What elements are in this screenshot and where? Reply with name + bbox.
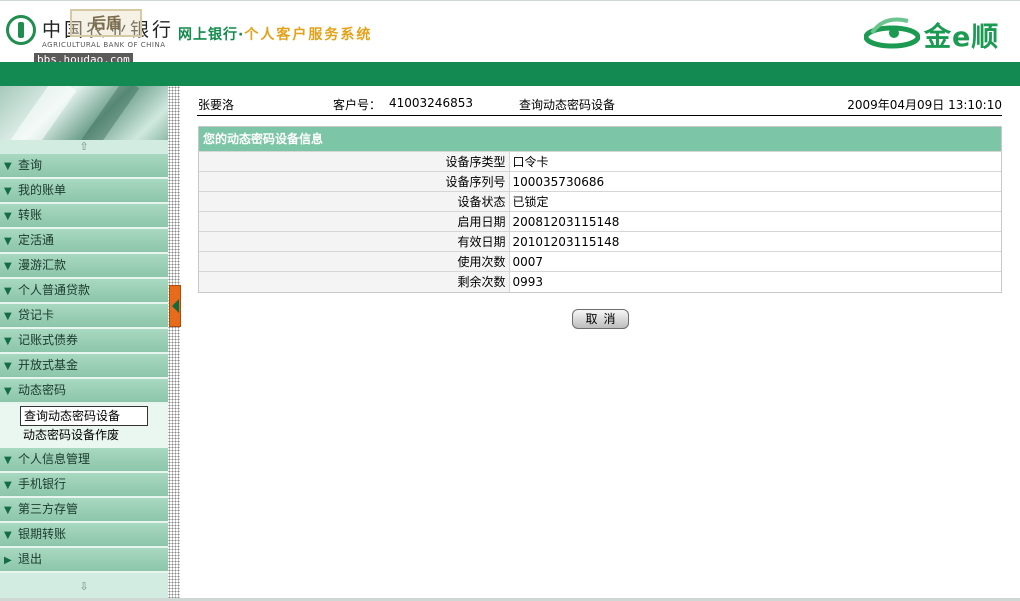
table-row: 剩余次数 0993 [199,271,1001,292]
triangle-down-icon: ▼ [4,386,12,397]
sidebar-item-label: 贷记卡 [18,308,55,322]
datetime: 2009年04月09日 13:10:10 [847,98,1002,112]
table-row: 有效日期 20101203115148 [199,231,1001,252]
sidebar-item-dynamic-password[interactable]: ▼ 动态密码 [0,379,168,404]
table-row: 设备序列号 100035730686 [199,171,1001,192]
triangle-down-icon: ▼ [4,236,12,247]
sidebar-item-logout[interactable]: ▶ 退出 [0,548,168,573]
row-value: 已锁定 [509,191,1001,212]
abc-logo-icon [6,15,36,45]
row-label: 剩余次数 [199,271,510,292]
sidebar-item-label: 第三方存管 [18,502,79,516]
table-row: 设备状态 已锁定 [199,191,1001,212]
sidebar-item-my-bill[interactable]: ▼ 我的账单 [0,179,168,204]
arrow-up-icon[interactable]: ⇧ [0,140,168,154]
sidebar-item-personal-loan[interactable]: ▼ 个人普通贷款 [0,279,168,304]
sidebar-item-query[interactable]: ▼ 查询 [0,154,168,179]
triangle-down-icon: ▼ [4,311,12,322]
row-value: 100035730686 [509,171,1001,192]
device-info-table: 设备序类型 口令卡 设备序列号 100035730686 设备状态 已锁定 启用日期 2… [199,151,1001,292]
triangle-down-icon: ▼ [4,530,12,541]
triangle-down-icon: ▼ [4,261,12,272]
sidebar-item-label: 银期转账 [18,527,67,541]
system-title: 网上银行·个人客户服务系统 [178,24,372,44]
sidebar-item-label: 转账 [18,208,43,222]
device-info-panel: 您的动态密码设备信息 设备序类型 口令卡 设备序列号 100035730686 设备… [198,126,1002,293]
collapse-sidebar-handle[interactable] [169,285,181,327]
sidebar-item-transfer[interactable]: ▼ 转账 [0,204,168,229]
bank-name-english: AGRICULTURAL BANK OF CHINA [42,41,166,49]
watermark-stamp: 后盾 [70,9,142,37]
row-label: 设备序类型 [199,151,510,172]
sidebar-banner-image [0,86,168,140]
sidebar-item-label: 我的账单 [18,183,67,197]
triangle-down-icon: ▼ [4,361,12,372]
row-label: 有效日期 [199,231,510,252]
page-title: 查询动态密码设备 [519,98,616,112]
triangle-down-icon: ▼ [4,336,12,347]
sidebar-item-futures-transfer[interactable]: ▼ 银期转账 [0,523,168,548]
sidebar-item-label: 手机银行 [18,477,67,491]
dynamic-password-submenu: 查询动态密码设备 动态密码设备作废 [0,404,168,448]
header-band [0,62,1020,86]
row-label: 启用日期 [199,211,510,232]
triangle-down-icon: ▼ [4,455,12,466]
sidebar: ⇧ ▼ 查询 ▼ 我的账单 ▼ 转账 ▼ 定活通 ▼ 漫游汇款 ▼ 个人普通贷款 ▼ 贷记卡 … [0,86,168,601]
sidebar-item-third-party-custody[interactable]: ▼ 第三方存管 [0,498,168,523]
user-name: 张要洛 [198,98,235,112]
brand-swoosh-icon [864,17,920,49]
info-bar: 张要洛 客户号： 41003246853 查询动态密码设备 2009年04月09… [197,96,1002,116]
system-title-main: 个人客户服务系统 [244,27,373,43]
submenu-item-void-device[interactable]: 动态密码设备作废 [20,426,148,446]
triangle-down-icon: ▼ [4,505,12,516]
app-header: 中国农业银行 AGRICULTURAL BANK OF CHINA 后盾 bbs… [0,0,1020,67]
triangle-down-icon: ▼ [4,161,12,172]
brand-name: 金e顺 [924,22,1000,53]
sidebar-item-mobile-banking[interactable]: ▼ 手机银行 [0,473,168,498]
sidebar-menu: ▼ 查询 ▼ 我的账单 ▼ 转账 ▼ 定活通 ▼ 漫游汇款 ▼ 个人普通贷款 ▼ 贷记卡 ▼ 记… [0,154,168,573]
brand-logo: 金e顺 [864,11,1012,53]
row-value: 口令卡 [509,151,1001,172]
row-label: 设备序列号 [199,171,510,192]
sidebar-item-label: 开放式基金 [18,358,79,372]
row-label: 使用次数 [199,251,510,272]
sidebar-item-label: 定活通 [18,233,55,247]
row-label: 设备状态 [199,191,510,212]
customer-number: 41003246853 [389,96,473,110]
sidebar-item-dinghuotong[interactable]: ▼ 定活通 [0,229,168,254]
table-row: 设备序类型 口令卡 [199,151,1001,172]
table-row: 使用次数 0007 [199,251,1001,272]
customer-number-label: 客户号： [333,98,382,112]
sidebar-item-label: 记账式债券 [18,333,79,347]
cancel-button[interactable]: 取消 [572,309,629,329]
row-value: 0007 [509,251,1001,272]
sidebar-item-label: 动态密码 [18,383,67,397]
triangle-down-icon: ▼ [4,480,12,491]
sidebar-item-bonds[interactable]: ▼ 记账式债券 [0,329,168,354]
system-title-prefix: 网上银行· [178,27,245,43]
sidebar-item-label: 查询 [18,158,43,172]
triangle-down-icon: ▼ [4,286,12,297]
table-row: 启用日期 20081203115148 [199,211,1001,232]
triangle-down-icon: ▼ [4,186,12,197]
row-value: 20101203115148 [509,231,1001,252]
sidebar-item-label: 个人普通贷款 [18,283,91,297]
sidebar-item-credit-card[interactable]: ▼ 贷记卡 [0,304,168,329]
sidebar-item-roaming-remittance[interactable]: ▼ 漫游汇款 [0,254,168,279]
sidebar-item-label: 退出 [18,552,43,566]
row-value: 0993 [509,271,1001,292]
sidebar-divider [168,86,180,601]
sidebar-item-personal-info[interactable]: ▼ 个人信息管理 [0,448,168,473]
triangle-down-icon: ▼ [4,211,12,222]
row-value: 20081203115148 [509,211,1001,232]
arrow-down-icon[interactable]: ⇩ [0,580,168,594]
main-content: 张要洛 客户号： 41003246853 查询动态密码设备 2009年04月09… [197,90,1002,595]
triangle-right-icon: ▶ [4,555,12,566]
panel-title: 您的动态密码设备信息 [199,127,1001,151]
sidebar-item-open-fund[interactable]: ▼ 开放式基金 [0,354,168,379]
submenu-item-query-device[interactable]: 查询动态密码设备 [20,406,148,426]
sidebar-item-label: 个人信息管理 [18,452,91,466]
sidebar-item-label: 漫游汇款 [18,258,67,272]
